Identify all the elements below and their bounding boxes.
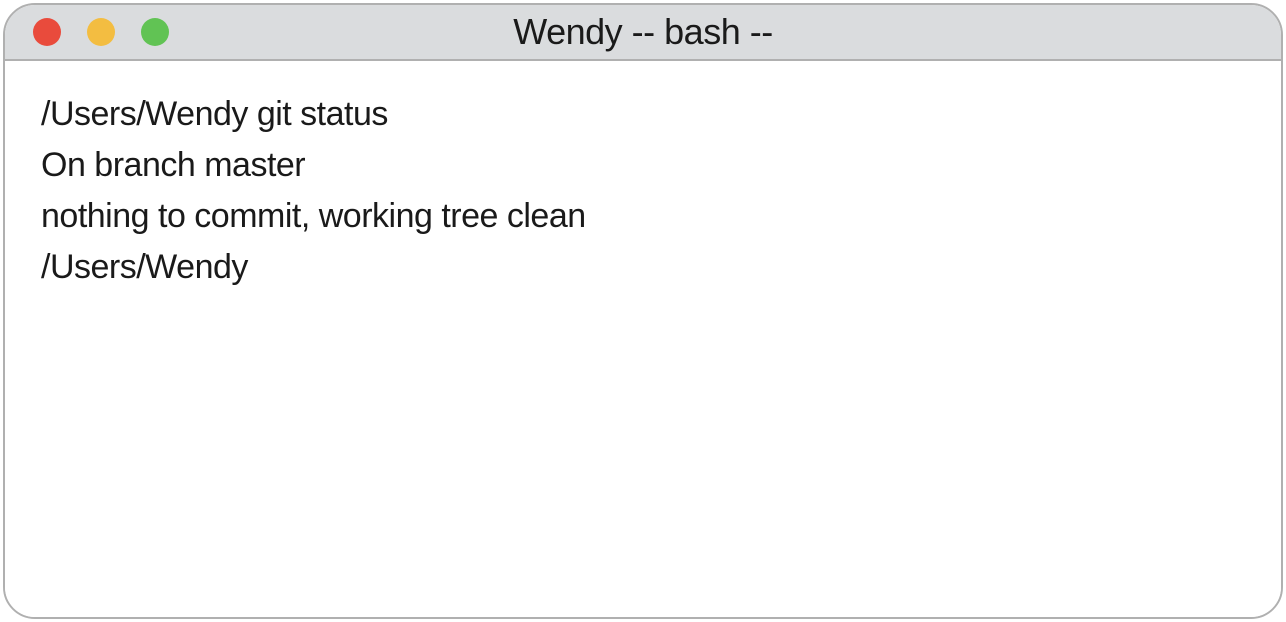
terminal-body[interactable]: /Users/Wendy git status On branch master… — [5, 61, 1281, 617]
window-title: Wendy -- bash -- — [5, 11, 1281, 53]
terminal-line: /Users/Wendy git status — [41, 89, 1245, 140]
maximize-button[interactable] — [141, 18, 169, 46]
terminal-window: Wendy -- bash -- /Users/Wendy git status… — [3, 3, 1283, 619]
minimize-button[interactable] — [87, 18, 115, 46]
terminal-line: nothing to commit, working tree clean — [41, 191, 1245, 242]
close-button[interactable] — [33, 18, 61, 46]
title-bar: Wendy -- bash -- — [5, 5, 1281, 61]
traffic-lights — [5, 18, 169, 46]
terminal-line: /Users/Wendy — [41, 242, 1245, 293]
terminal-line: On branch master — [41, 140, 1245, 191]
